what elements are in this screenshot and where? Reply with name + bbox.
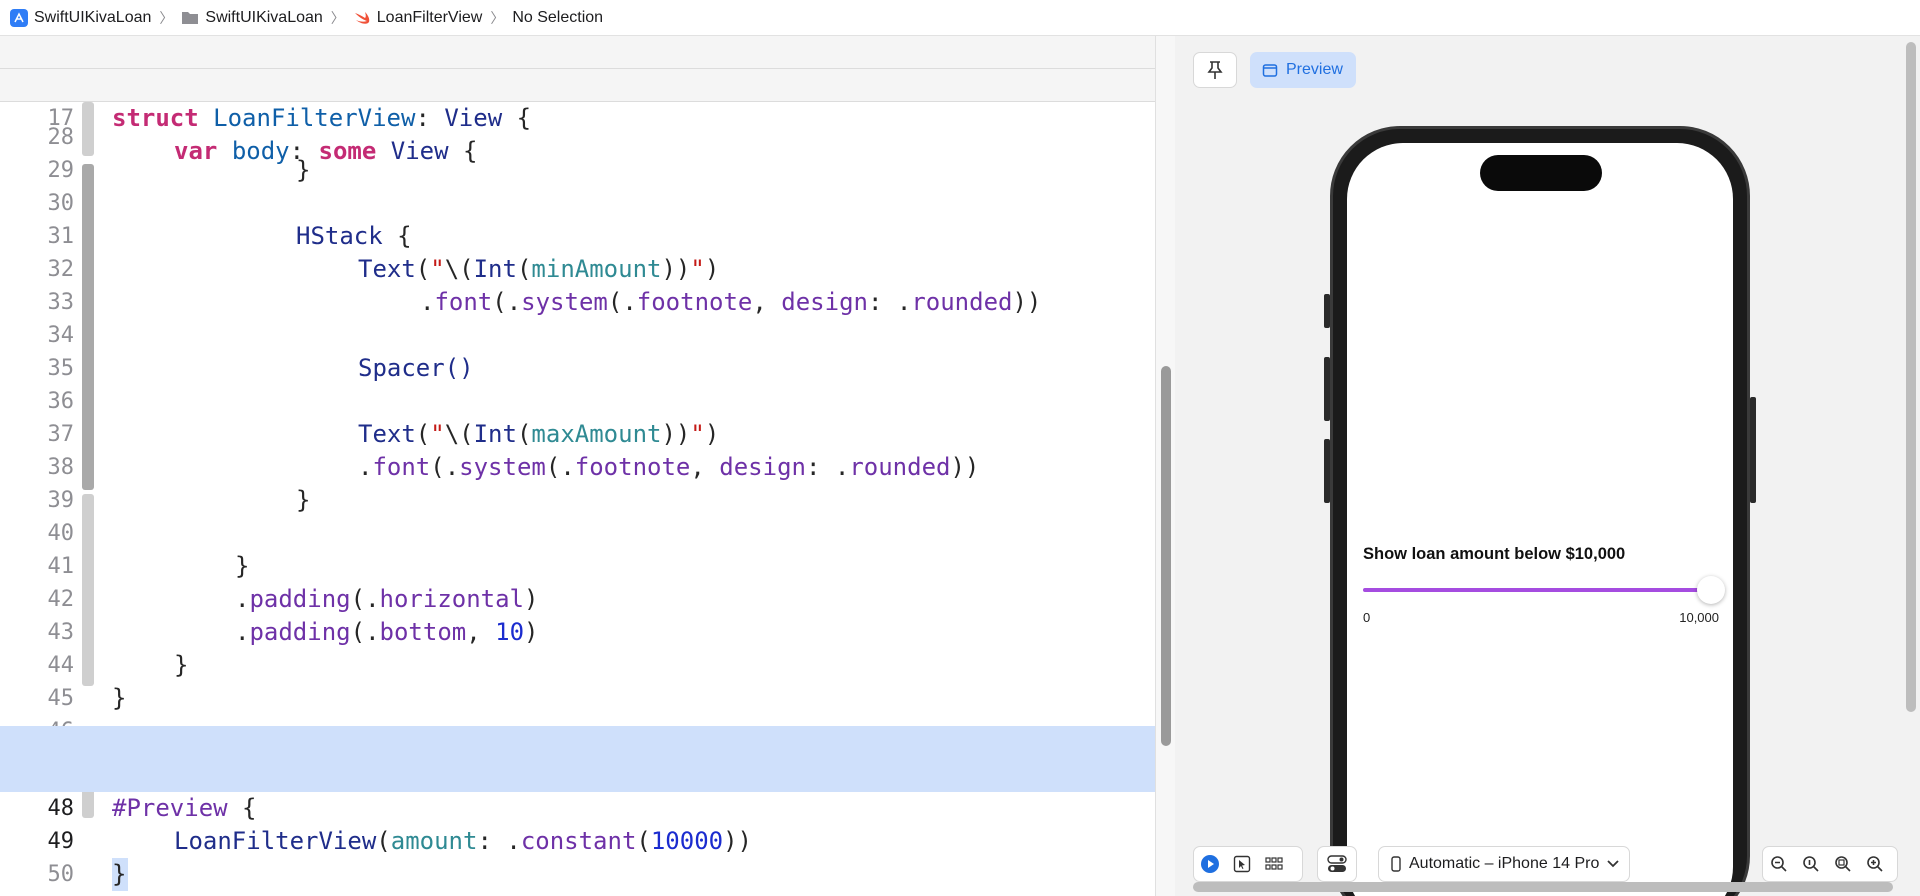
iphone-icon — [1391, 856, 1401, 872]
breadcrumb-folder[interactable]: SwiftUIKivaLoan — [181, 8, 323, 27]
code-line[interactable]: 42 .padding(.bottom, 10) — [0, 550, 1155, 646]
code-line[interactable]: 31 Text("\(Int(minAmount))") — [0, 187, 1155, 283]
code-line[interactable]: 50 — [0, 825, 1155, 887]
zoom-out-button[interactable] — [1763, 848, 1795, 880]
preview-scrollbar-thumb[interactable] — [1906, 42, 1916, 712]
device-picker-label: Automatic – iPhone 14 Pro — [1409, 855, 1600, 872]
zoom-fit-icon — [1835, 856, 1851, 872]
device-settings-group — [1317, 846, 1357, 882]
code-line: 10 struct LoanFilterView: View { — [0, 36, 1155, 132]
preview-mode-button[interactable]: Preview — [1250, 52, 1356, 88]
code-line[interactable]: 37 .font(.system(.footnote, design: .rou… — [0, 385, 1155, 481]
code-line-selected[interactable]: 47 #Preview { — [0, 726, 1155, 822]
zoom-to-fit-button[interactable] — [1827, 848, 1859, 880]
code-text: } — [112, 858, 129, 891]
phone-screen: Show loan amount below $10,000 0 10,000 — [1347, 143, 1733, 896]
phone-volume-button — [1324, 439, 1330, 503]
code-line[interactable]: 36 Text("\(Int(maxAmount))") — [0, 352, 1155, 448]
chevron-right-icon: 〉 — [159, 9, 174, 26]
phone-volume-button — [1324, 357, 1330, 421]
pin-preview-button[interactable] — [1193, 52, 1237, 88]
zoom-out-icon — [1771, 856, 1787, 872]
device-settings-button[interactable] — [1321, 848, 1353, 880]
zoom-actual-size-icon — [1803, 856, 1819, 872]
breadcrumb-selection[interactable]: No Selection — [512, 9, 603, 27]
code-line[interactable]: 43 } — [0, 583, 1155, 679]
code-line[interactable]: 41 .padding(.horizontal) — [0, 517, 1155, 613]
chevron-right-icon: 〉 — [330, 9, 345, 26]
preview-window-icon — [1262, 64, 1278, 77]
code-line[interactable]: 44 } — [0, 616, 1155, 712]
code-text: struct LoanFilterView: View { — [112, 104, 532, 132]
live-play-button[interactable] — [1194, 848, 1226, 880]
code-line: 17 var body: some View { — [0, 69, 1155, 165]
iphone-frame: Show loan amount below $10,000 0 10,000 — [1324, 126, 1756, 896]
preview-horizontal-scrollbar[interactable] — [1193, 882, 1893, 892]
chevron-down-icon — [1607, 860, 1619, 868]
breadcrumb-folder-label: SwiftUIKivaLoan — [205, 8, 323, 26]
code-line-selected[interactable]: 48 LoanFilterView(amount: .constant(1000… — [0, 759, 1155, 855]
sticky-scope-header[interactable]: 17 var body: some View { — [0, 69, 1155, 165]
code-line[interactable]: 40 } — [0, 484, 1155, 580]
variants-button[interactable] — [1258, 848, 1290, 880]
slider-title: Show loan amount below $10,000 — [1363, 545, 1626, 563]
line-number: 50 — [47, 862, 75, 887]
breadcrumb-project-label: SwiftUIKivaLoan — [34, 8, 152, 26]
breadcrumb-file[interactable]: LoanFilterView — [353, 8, 483, 27]
zoom-controls-group — [1762, 846, 1898, 882]
device-picker[interactable]: Automatic – iPhone 14 Pro — [1378, 846, 1630, 882]
code-line[interactable]: 34 Spacer() — [0, 286, 1155, 382]
phone-side-button — [1324, 294, 1330, 328]
code-line[interactable]: 35 — [0, 319, 1155, 381]
breadcrumb-selection-label: No Selection — [512, 8, 604, 26]
chevron-right-icon: 〉 — [490, 9, 505, 26]
editor-scrollbar[interactable] — [1155, 36, 1175, 896]
code-line[interactable]: 39 — [0, 451, 1155, 513]
play-circle-icon — [1201, 855, 1219, 873]
editor-scrollbar-thumb[interactable] — [1161, 366, 1171, 746]
code-line-selected[interactable]: 49 } — [0, 792, 1155, 891]
code-line[interactable]: 38 } — [0, 418, 1155, 514]
preview-mode-group — [1193, 846, 1303, 882]
zoom-in-icon — [1867, 856, 1883, 872]
code-editor[interactable]: 28 } 29 30 HStack { 31 Text("\(Int(minAm… — [0, 36, 1155, 896]
pin-icon — [1207, 61, 1223, 79]
loan-amount-slider-thumb[interactable] — [1697, 576, 1725, 604]
preview-canvas: Preview Show loan amount below $10,000 0… — [1175, 36, 1920, 896]
phone-power-button — [1750, 397, 1756, 503]
grid-icon — [1265, 857, 1283, 870]
app-project-icon — [10, 8, 28, 27]
code-line[interactable]: 45 — [0, 649, 1155, 711]
swift-file-icon — [354, 11, 370, 24]
zoom-actual-size-button[interactable] — [1795, 848, 1827, 880]
zoom-in-button[interactable] — [1859, 848, 1891, 880]
selectable-mode-button[interactable] — [1226, 848, 1258, 880]
line-number: 17 — [47, 106, 75, 131]
dynamic-island — [1480, 155, 1602, 191]
cursor-select-icon — [1233, 855, 1251, 873]
slider-min-label: 0 — [1363, 610, 1371, 625]
preview-button-label: Preview — [1286, 61, 1343, 78]
code-line[interactable]: 33 — [0, 253, 1155, 315]
code-text: var body: some View { — [174, 137, 478, 165]
folder-icon — [182, 12, 199, 24]
breadcrumb: SwiftUIKivaLoan 〉 SwiftUIKivaLoan 〉 Loan… — [0, 0, 1920, 36]
code-line[interactable]: 46 — [0, 682, 1155, 744]
sticky-scope-header[interactable]: 10 struct LoanFilterView: View { — [0, 36, 1155, 132]
breadcrumb-project[interactable]: SwiftUIKivaLoan — [10, 8, 152, 27]
breadcrumb-file-label: LoanFilterView — [376, 8, 483, 26]
loan-amount-slider-track[interactable] — [1363, 588, 1711, 592]
toggle-settings-icon — [1327, 855, 1347, 872]
slider-max-label: 10,000 — [1679, 610, 1719, 625]
code-line[interactable]: 32 .font(.system(.footnote, design: .rou… — [0, 220, 1155, 316]
